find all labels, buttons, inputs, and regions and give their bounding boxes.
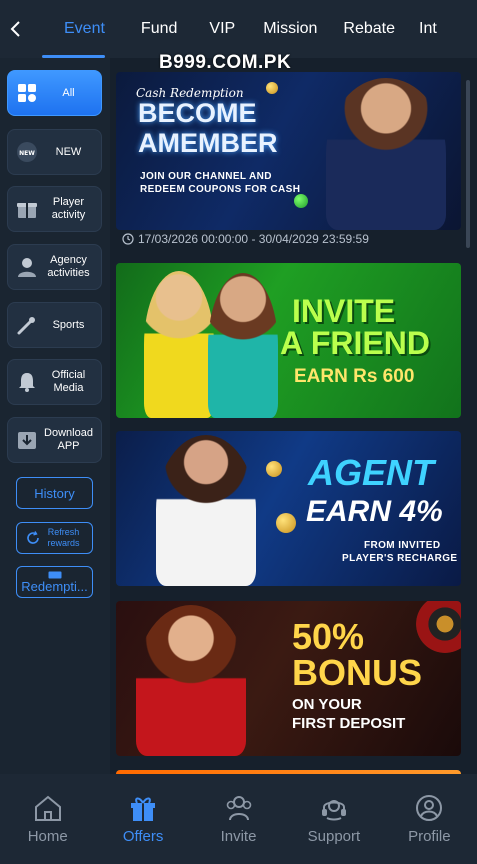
download-icon (14, 427, 40, 453)
promo-banner-first-deposit[interactable]: 50% BONUS ON YOUR FIRST DEPOSIT (116, 601, 461, 756)
promo-model-image (156, 435, 256, 586)
category-label: Official Media (51, 369, 86, 394)
watermark: B999.COM.PK (159, 52, 292, 73)
redemption-button[interactable]: Redempti... (16, 566, 93, 598)
headset-icon (321, 799, 346, 820)
history-button[interactable]: History (16, 477, 93, 509)
app-root: Event Fund VIP Mission Rebate Int B999.C… (0, 0, 477, 864)
coin-decoration (266, 82, 278, 94)
category-download-app[interactable]: Download APP (7, 417, 102, 463)
coin-decoration (266, 461, 282, 477)
coin-decoration (294, 194, 308, 208)
top-nav: Event Fund VIP Mission Rebate Int (0, 0, 477, 58)
promo-model-image (326, 78, 446, 230)
home-icon (34, 795, 61, 821)
category-sidebar: All NEW NEW Player activity Agency activ… (0, 58, 110, 774)
category-player-activity[interactable]: Player activity (7, 186, 102, 232)
nav-label: Invite (220, 827, 257, 845)
invite-icon (226, 795, 251, 820)
category-new[interactable]: NEW NEW (7, 129, 102, 175)
banner-title-line2: AMEMBER (138, 128, 278, 158)
clock-icon (122, 233, 134, 245)
nav-home[interactable]: Home (0, 774, 95, 864)
bell-icon (14, 369, 40, 395)
banner-subtitle-line1: EARN Rs 600 (294, 366, 415, 387)
redemption-label: Redempti... (21, 578, 88, 594)
banner-subtitle-line2: FIRST DEPOSIT (292, 715, 406, 732)
category-label: All (62, 86, 75, 99)
tab-event[interactable]: Event (30, 0, 117, 58)
banner-title-line2: A FRIEND (280, 325, 430, 361)
back-button[interactable] (0, 0, 30, 58)
coin-decoration (276, 513, 296, 533)
nav-support[interactable]: Support (286, 774, 381, 864)
refresh-rewards-label: Refresh rewards (47, 527, 80, 548)
banner-title-line2: BONUS (292, 652, 423, 693)
nav-invite[interactable]: Invite (191, 774, 286, 864)
banner-subtitle-line2: REDEEM COUPONS FOR CASH (140, 184, 301, 195)
promo-banner-agent[interactable]: AGENT EARN 4% FROM INVITED PLAYER'S RECH… (116, 431, 461, 586)
refresh-rewards-button[interactable]: Refresh rewards (16, 522, 93, 554)
nav-profile[interactable]: Profile (382, 774, 477, 864)
new-badge-icon: NEW (14, 139, 40, 165)
promo-date-range: 17/03/2026 00:00:00 - 30/04/2029 23:59:5… (122, 232, 369, 246)
tab-int[interactable]: Int (407, 0, 449, 58)
banner-subtitle-line1: JOIN OUR CHANNEL AND (140, 171, 272, 182)
ticket-icon (48, 571, 61, 578)
refresh-icon (26, 531, 39, 544)
banner-title-line2: EARN 4% (306, 495, 443, 528)
banner-subtitle-line1: FROM INVITED (364, 540, 441, 551)
gift-icon (14, 196, 40, 222)
nav-offers[interactable]: Offers (95, 774, 190, 864)
banner-title-line1: AGENT (308, 452, 434, 493)
category-official-media[interactable]: Official Media (7, 359, 102, 405)
promotions-list[interactable]: Cash Redemption BECOME AMEMBER JOIN OUR … (110, 58, 470, 774)
gift-box-icon (131, 797, 156, 821)
category-label: Download APP (44, 427, 93, 452)
svg-text:NEW: NEW (19, 150, 35, 157)
banner-subtitle-line2: PLAYER'S RECHARGE (342, 553, 458, 564)
promo-model-image (208, 273, 278, 418)
nav-label: Offers (122, 827, 164, 845)
category-label: NEW (55, 145, 82, 158)
category-label: Sports (52, 318, 85, 331)
category-agency-activities[interactable]: Agency activities (7, 244, 102, 290)
category-sports[interactable]: Sports (7, 302, 102, 348)
promo-banner-invite-friend[interactable]: INVITE A FRIEND EARN Rs 600 (116, 263, 461, 418)
nav-label: Profile (408, 827, 451, 845)
sports-icon (14, 312, 40, 338)
banner-title-line1: 50% (292, 616, 365, 657)
agent-icon (14, 254, 40, 280)
nav-label: Support (307, 827, 361, 845)
bottom-nav: Home Offers Invite Support Profile (0, 774, 477, 864)
content-scrollbar[interactable] (466, 80, 470, 248)
profile-icon (416, 794, 443, 821)
grid-icon (14, 80, 40, 106)
banner-title-line1: INVITE (292, 293, 396, 329)
promo-date-text: 17/03/2026 00:00:00 - 30/04/2029 23:59:5… (138, 232, 369, 246)
tab-mission[interactable]: Mission (251, 0, 329, 58)
promo-model-image (144, 271, 214, 418)
tab-rebate[interactable]: Rebate (331, 0, 407, 58)
promo-model-image (136, 605, 246, 756)
banner-subtitle-line1: ON YOUR (292, 696, 362, 713)
chevron-left-icon (10, 21, 20, 37)
tab-vip[interactable]: VIP (197, 0, 247, 58)
promo-banner-become-member[interactable]: Cash Redemption BECOME AMEMBER JOIN OUR … (116, 72, 461, 230)
category-label: Player activity (51, 196, 86, 221)
category-label: Agency activities (47, 254, 90, 279)
tab-fund[interactable]: Fund (129, 0, 189, 58)
category-all[interactable]: All (7, 70, 102, 116)
roulette-wheel-image (416, 601, 461, 653)
banner-title-line1: BECOME (138, 98, 257, 128)
nav-label: Home (27, 827, 68, 845)
